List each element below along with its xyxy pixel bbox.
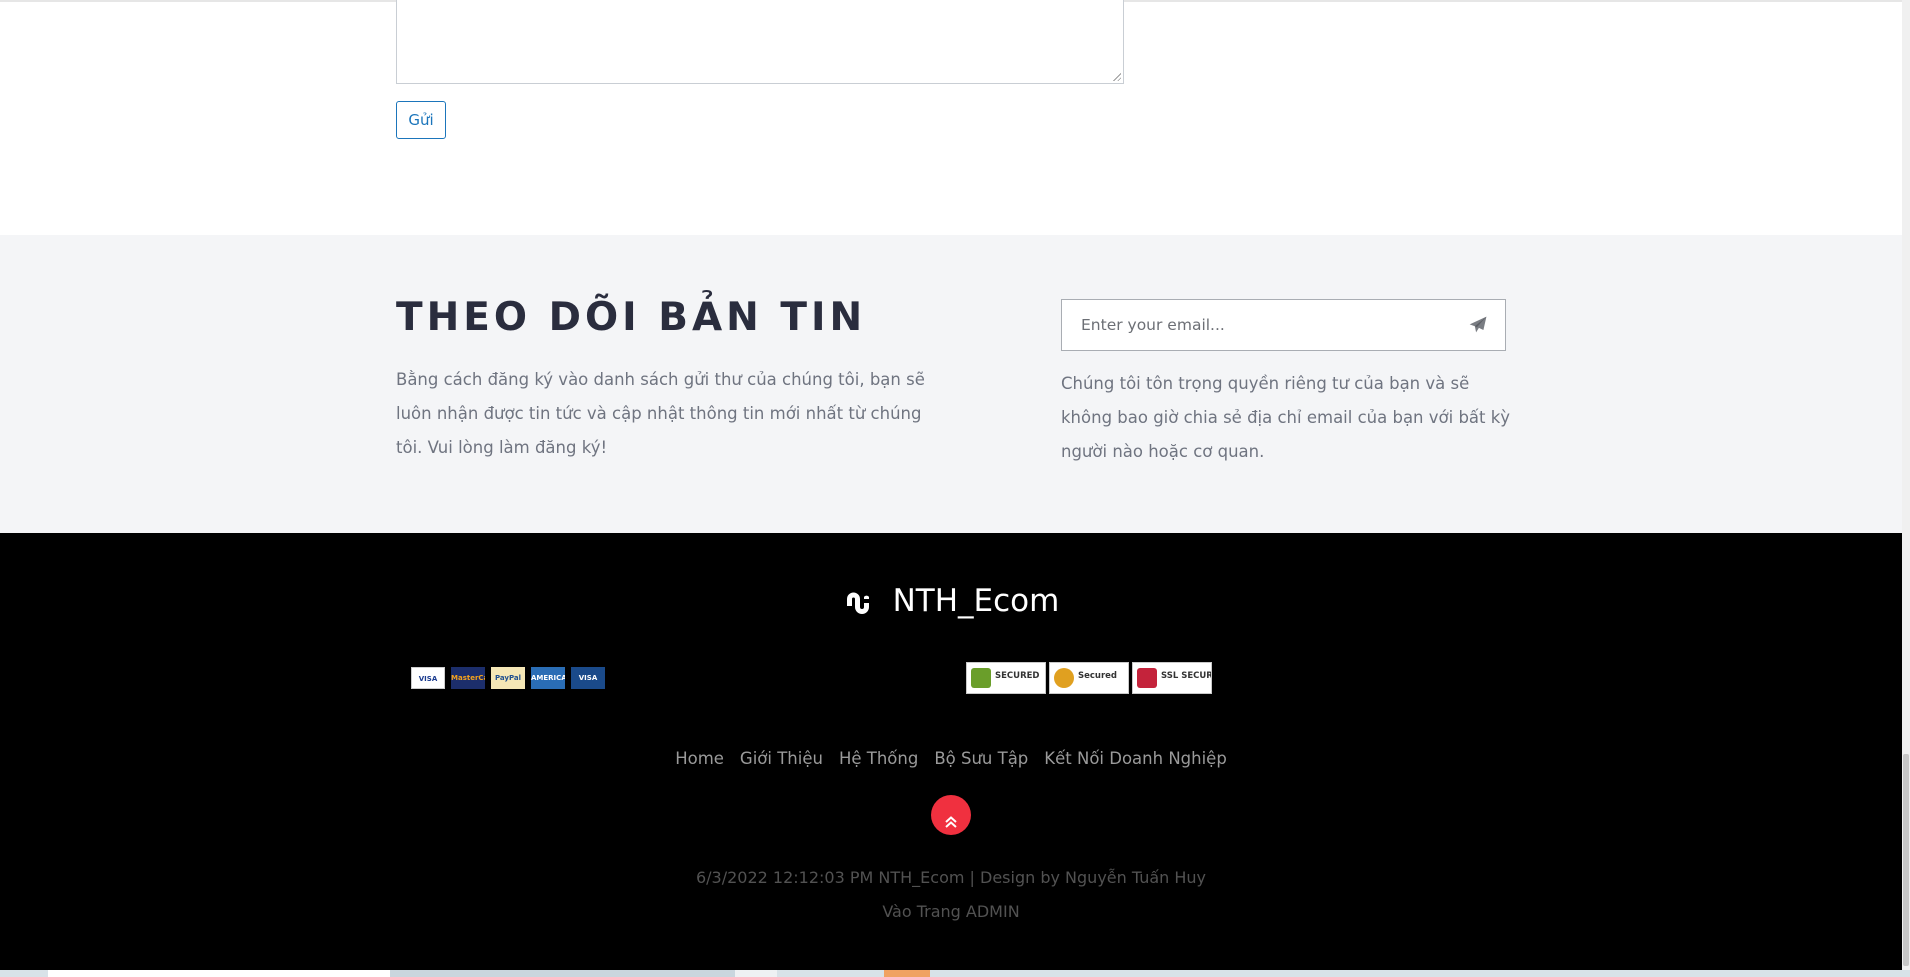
site-footer: NTH_Ecom VISA MasterCard PayPal AMERICAN EX… bbox=[0, 533, 1902, 970]
footer-nav-link[interactable]: Giới Thiệu bbox=[740, 749, 823, 768]
payment-card-mastercard: MasterCard bbox=[451, 667, 485, 689]
newsletter-title: THEO DÕI BẢN TIN bbox=[396, 295, 867, 340]
security-badge: Secured bbox=[1049, 662, 1129, 694]
newsletter-section: THEO DÕI BẢN TIN Bằng cách đăng ký vào d… bbox=[0, 235, 1902, 533]
payment-card-visa: VISA bbox=[411, 667, 445, 689]
back-to-top-button[interactable] bbox=[931, 795, 971, 835]
resize-grip-icon[interactable] bbox=[1112, 72, 1121, 81]
security-badges: SECURED Secured SSL SECURE bbox=[966, 662, 1215, 694]
copyright-text: 6/3/2022 12:12:03 PM NTH_Ecom | Design b… bbox=[695, 868, 1207, 887]
scrollbar-thumb[interactable] bbox=[1903, 754, 1909, 966]
message-textarea[interactable] bbox=[396, 0, 1124, 84]
newsletter-description: Bằng cách đăng ký vào danh sách gửi thư … bbox=[396, 370, 925, 457]
security-badge-label: SSL SECURE bbox=[1161, 671, 1211, 681]
footer-nav-link[interactable]: Kết Nối Doanh Nghiệp bbox=[1044, 749, 1227, 768]
paper-plane-icon[interactable] bbox=[1469, 316, 1487, 334]
taskbar-strip bbox=[0, 970, 1910, 977]
footer-brand[interactable]: NTH_Ecom bbox=[0, 583, 1902, 619]
footer-nav-link[interactable]: Home bbox=[675, 749, 724, 768]
footer-nav-link[interactable]: Bộ Sưu Tập bbox=[934, 749, 1028, 768]
privacy-note: Chúng tôi tôn trọng quyền riêng tư của b… bbox=[1061, 374, 1511, 461]
security-badge-label: SECURED bbox=[995, 671, 1040, 681]
newsletter-form bbox=[1061, 299, 1506, 351]
stumbleupon-logo-icon bbox=[846, 592, 869, 614]
footer-nav-link[interactable]: Hệ Thống bbox=[839, 749, 918, 768]
ssl-shield-icon bbox=[1137, 668, 1157, 688]
security-badge: SSL SECURE bbox=[1132, 662, 1212, 694]
admin-link[interactable]: Vào Trang ADMIN bbox=[882, 902, 1019, 921]
footer-nav: Home Giới Thiệu Hệ Thống Bộ Sưu Tập Kết Nối … bbox=[0, 749, 1902, 768]
payment-card-visa-electron: VISA Electron bbox=[571, 667, 605, 689]
page-scrollbar[interactable] bbox=[1902, 0, 1910, 970]
footer-copyright: 6/3/2022 12:12:03 PM NTH_Ecom | Design b… bbox=[0, 861, 1902, 929]
email-input[interactable] bbox=[1062, 300, 1442, 350]
payment-cards: VISA MasterCard PayPal AMERICAN EXPRESS VISA… bbox=[411, 667, 611, 689]
brand-name: NTH_Ecom bbox=[892, 583, 1060, 619]
double-chevron-up-icon bbox=[945, 815, 957, 828]
security-badge: SECURED bbox=[966, 662, 1046, 694]
payment-card-paypal: PayPal bbox=[491, 667, 525, 689]
security-badge-label: Secured bbox=[1078, 671, 1118, 681]
check-seal-icon bbox=[1054, 668, 1074, 688]
submit-button[interactable]: Gửi bbox=[396, 101, 446, 139]
lock-shield-icon bbox=[971, 668, 991, 688]
payment-card-american-express: AMERICAN EXPRESS bbox=[531, 667, 565, 689]
